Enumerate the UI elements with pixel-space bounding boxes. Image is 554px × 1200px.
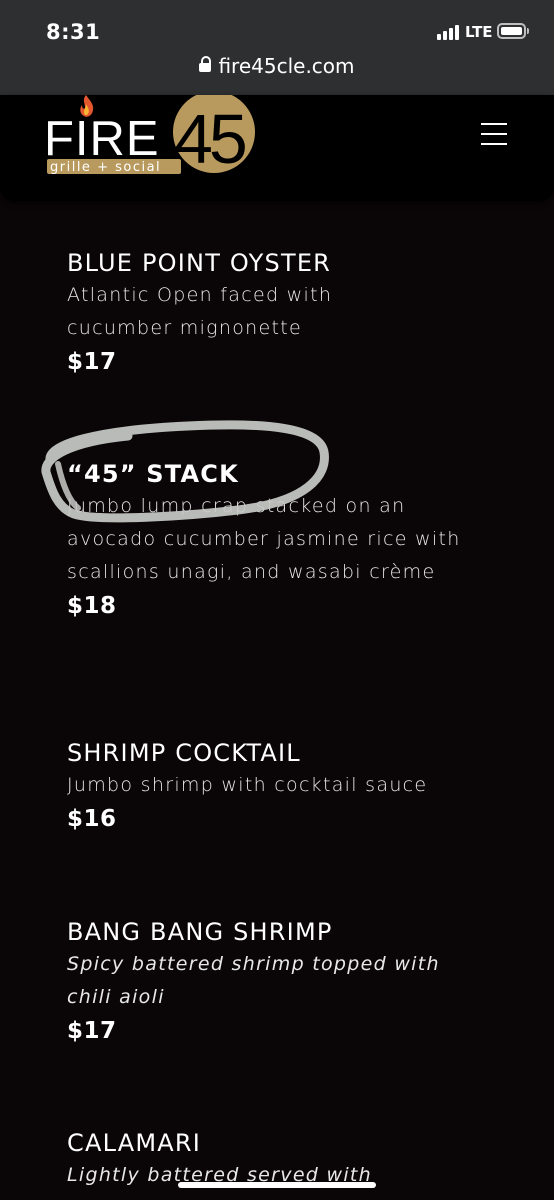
- menu-item: BANG BANG SHRIMP Spicy battered shrimp t…: [67, 916, 507, 1048]
- url-text: fire45cle.com: [218, 54, 355, 78]
- menu-item-description: Spicy battered shrimp topped with chili …: [67, 953, 440, 1008]
- lock-icon: [199, 55, 212, 72]
- site-logo[interactable]: FIRE 45 grille + social: [44, 95, 264, 177]
- menu-item: SHRIMP COCKTAIL Jumbo shrimp with cockta…: [67, 737, 507, 836]
- logo-tagline: grille + social: [50, 160, 161, 175]
- menu-item-price: $18: [67, 593, 117, 619]
- battery-icon: [497, 23, 529, 39]
- menu-item: BLUE POINT OYSTER Atlantic Open faced wi…: [67, 247, 507, 379]
- menu-item-description: Jumbo shrimp with cocktail sauce: [67, 774, 428, 796]
- menu-item-name: “45” STACK: [67, 460, 239, 488]
- menu-item-description: Jumbo lump crap stacked on an avocado cu…: [67, 495, 461, 583]
- menu-item-name: BANG BANG SHRIMP: [67, 918, 333, 946]
- site-header: FIRE 45 grille + social: [0, 95, 554, 201]
- menu-item: “45” STACK Jumbo lump crap stacked on an…: [67, 458, 507, 623]
- menu-item-name: SHRIMP COCKTAIL: [67, 739, 301, 767]
- menu-item-price: $17: [67, 1018, 117, 1044]
- menu-item-price: $16: [67, 806, 117, 832]
- hamburger-menu-icon[interactable]: [481, 123, 507, 145]
- address-bar[interactable]: fire45cle.com: [0, 54, 554, 88]
- status-bar: 8:31 LTE fire45cle.com: [0, 0, 554, 95]
- signal-bars-icon: [437, 24, 463, 40]
- menu-item-name: CALAMARI: [67, 1129, 201, 1157]
- logo-number-text: 45: [174, 100, 245, 177]
- logo-fire-text: FIRE: [44, 112, 160, 166]
- home-indicator[interactable]: [178, 1182, 376, 1188]
- menu-item-price: $17: [67, 349, 117, 375]
- menu-item-name: BLUE POINT OYSTER: [67, 249, 332, 277]
- phone-screen: 8:31 LTE fire45cle.com FIRE 45 grille + …: [0, 0, 554, 1200]
- network-type: LTE: [465, 23, 493, 41]
- status-time: 8:31: [46, 20, 101, 44]
- menu-item-description: Atlantic Open faced with cucumber mignon…: [67, 284, 333, 339]
